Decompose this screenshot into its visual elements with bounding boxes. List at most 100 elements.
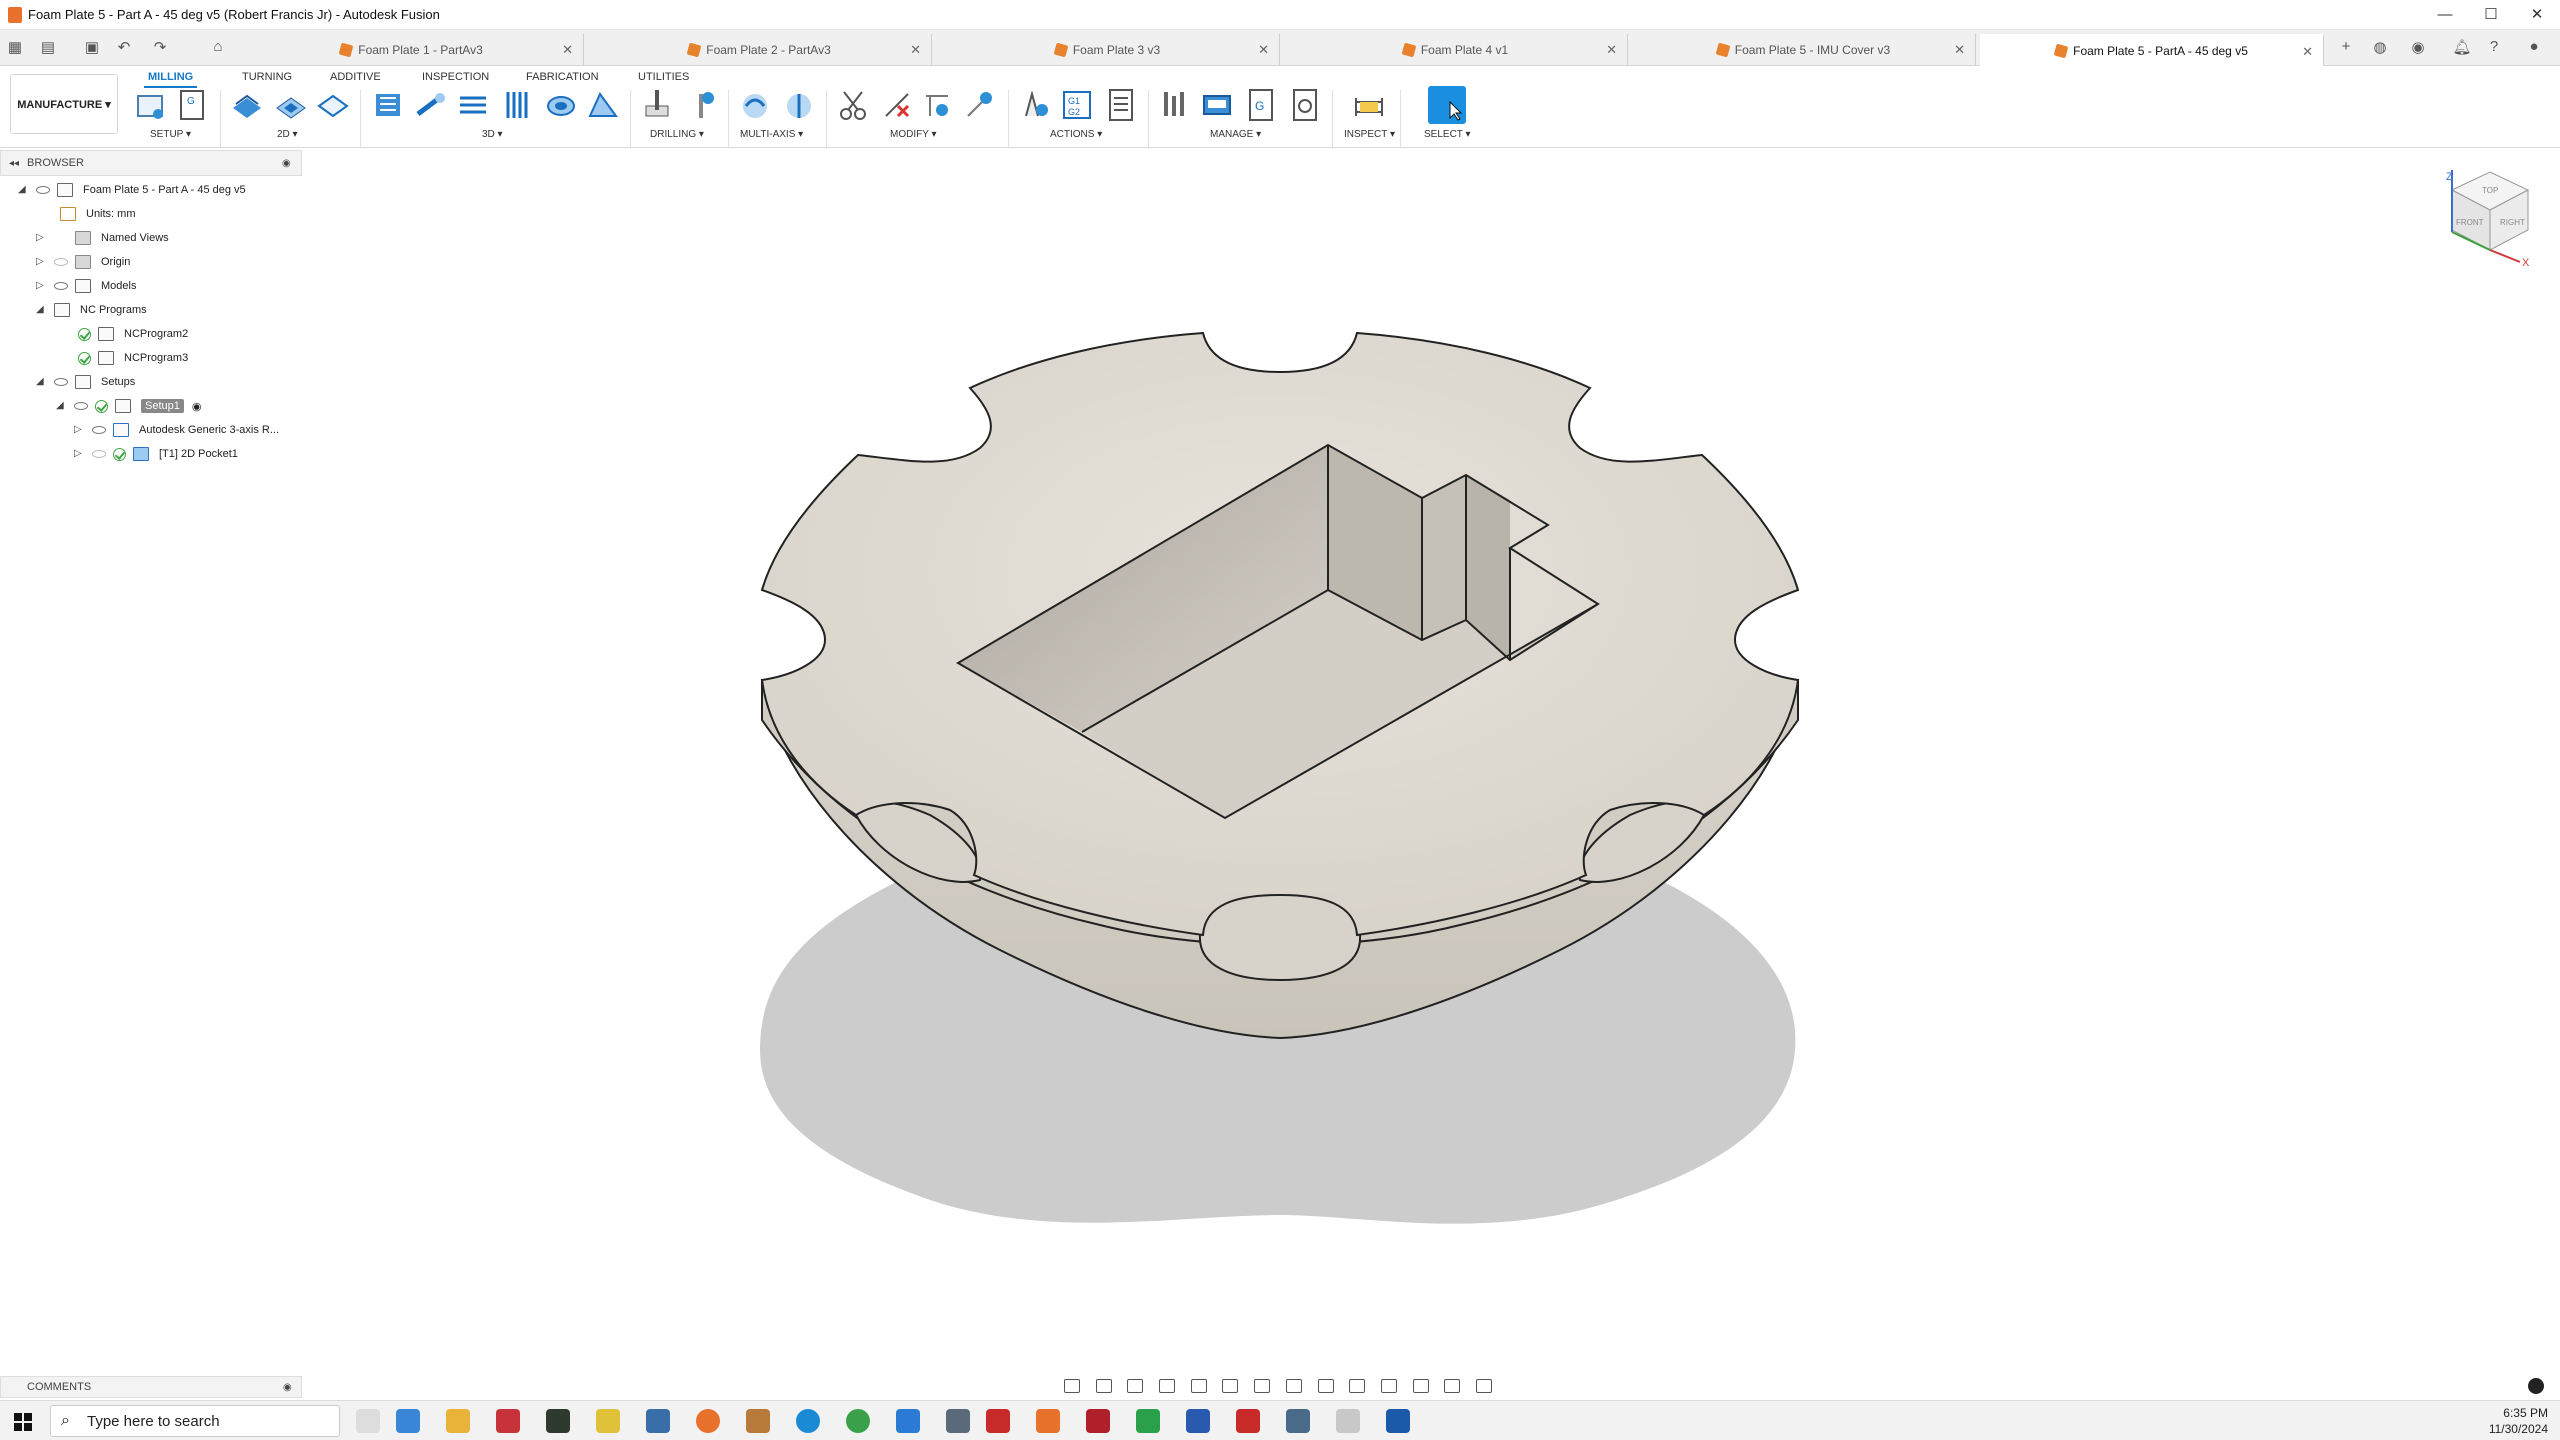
eye-icon[interactable] [92,450,106,458]
acrobat-icon[interactable] [1236,1409,1260,1433]
tab-turning[interactable]: TURNING [238,68,296,86]
cut-icon[interactable] [836,88,870,122]
simulate-icon[interactable] [962,88,996,122]
contour-icon[interactable] [586,88,620,122]
setup-sheet-icon[interactable] [1104,88,1138,122]
start-icon[interactable] [14,1413,32,1431]
firefox-icon[interactable] [696,1409,720,1433]
collapse-panel-icon[interactable]: ◂◂ [9,158,19,169]
multi-axis-contour-icon[interactable] [738,88,772,122]
3d-pocket-icon[interactable] [414,88,448,122]
tree-models[interactable]: ▷ Models [36,274,136,298]
tree-units[interactable]: Units: mm [60,202,136,226]
steep-shallow-icon[interactable] [456,88,490,122]
activate-radio-icon[interactable]: ◉ [192,400,202,413]
tree-ncprogram2[interactable]: NCProgram2 [78,322,188,346]
expanded-icon[interactable]: ◢ [36,305,46,315]
tree-named-views[interactable]: ▷ Named Views [36,226,169,250]
filter-icon[interactable] [1475,1379,1492,1393]
tab-additive[interactable]: ADDITIVE [326,68,385,86]
viewcube-top-label[interactable]: TOP [2482,186,2498,195]
tool-library-icon[interactable] [1158,88,1192,122]
file-explorer-icon[interactable] [446,1409,470,1433]
maximize-icon[interactable]: ☐ [2468,0,2514,30]
taskbar-clock[interactable]: 6:35 PM 11/30/2024 [2489,1405,2548,1437]
tab-close-icon[interactable]: ✕ [1258,42,1269,58]
3d-adaptive-icon[interactable] [372,88,406,122]
tab-foam-plate-3[interactable]: Foam Plate 3 v3 ✕ [936,34,1280,66]
taskbar-search[interactable]: ⌕ Type here to search [50,1405,340,1437]
undo-icon[interactable]: ↶ [114,38,134,56]
vscode-icon[interactable] [896,1409,920,1433]
new-setup-icon[interactable]: G [176,88,210,122]
tree-2d-pocket[interactable]: ▷ [T1] 2D Pocket1 [74,442,238,466]
help-icon[interactable]: ? [2484,38,2504,55]
select-icon[interactable] [1428,86,1466,124]
visual-style-icon[interactable] [1380,1379,1397,1393]
tab-close-icon[interactable]: ✕ [2302,44,2313,60]
group-manage[interactable]: MANAGE ▾ [1210,129,1261,140]
tree-setups[interactable]: ◢ Setups [36,370,135,394]
orbit-icon[interactable] [1064,1379,1080,1393]
3d-viewport[interactable]: TOP FRONT RIGHT Z X [302,150,2560,1370]
collapsed-icon[interactable]: ▷ [36,257,46,267]
eye-icon[interactable] [54,282,68,290]
pin-icon[interactable]: ◉ [282,158,291,169]
tree-nc-programs[interactable]: ◢ NC Programs [36,298,147,322]
group-drilling[interactable]: DRILLING ▾ [650,129,704,140]
app-xbox-icon[interactable] [546,1409,570,1433]
viewcube-front-label[interactable]: FRONT [2456,218,2484,227]
post-process-icon[interactable]: G1G2 [1060,88,1094,122]
tree-root[interactable]: ◢ Foam Plate 5 - Part A - 45 deg v5 [18,178,246,202]
scallop-icon[interactable] [544,88,578,122]
comments-panel[interactable]: COMMENTS ◉ [0,1376,302,1398]
parallel-icon[interactable] [500,88,534,122]
tab-foam-plate-1[interactable]: Foam Plate 1 - PartAv3 ✕ [240,34,584,66]
expanded-icon[interactable]: ◢ [36,377,46,387]
eye-icon[interactable] [36,186,50,194]
drill-icon[interactable] [640,88,674,122]
workspace-switcher[interactable]: MANUFACTURE ▾ [10,74,118,134]
machine-library-icon[interactable] [1200,88,1234,122]
tab-utilities[interactable]: UTILITIES [634,68,693,86]
chrome-icon[interactable] [846,1409,870,1433]
expanded-icon[interactable]: ◢ [56,401,66,411]
new-folder-icon[interactable] [134,88,168,122]
display-settings-icon[interactable] [1222,1379,1239,1393]
tab-foam-plate-2[interactable]: Foam Plate 2 - PartAv3 ✕ [588,34,932,66]
job-status-icon[interactable]: ◍ [2370,38,2390,56]
new-tab-icon[interactable]: + [2336,38,2356,55]
template-library-icon[interactable] [1288,88,1322,122]
group-3d[interactable]: 3D ▾ [482,129,503,140]
expanded-icon[interactable]: ◢ [18,185,28,195]
filezilla-icon[interactable] [986,1409,1010,1433]
camera-icon[interactable] [1349,1379,1366,1393]
close-icon[interactable]: ✕ [2514,0,2560,30]
fusion-taskbar-icon[interactable] [1036,1409,1060,1433]
tab-foam-plate-5-imu[interactable]: Foam Plate 5 - IMU Cover v3 ✕ [1632,34,1976,66]
group-modify[interactable]: MODIFY ▾ [890,129,937,140]
collapsed-icon[interactable]: ▷ [36,233,46,243]
edge-icon[interactable] [796,1409,820,1433]
pan-icon[interactable] [1127,1379,1144,1393]
look-at-icon[interactable] [1095,1379,1112,1393]
zoom-icon[interactable] [1159,1379,1176,1393]
viewcube-right-label[interactable]: RIGHT [2500,218,2525,227]
home-icon[interactable]: ⌂ [208,38,228,55]
tab-close-icon[interactable]: ✕ [1606,42,1617,58]
copilot-icon[interactable] [396,1409,420,1433]
group-setup[interactable]: SETUP ▾ [150,129,191,140]
word-icon[interactable] [1186,1409,1210,1433]
collapsed-icon[interactable]: ▷ [74,449,84,459]
effects-icon[interactable] [1444,1379,1461,1393]
group-actions[interactable]: ACTIONS ▾ [1050,129,1102,140]
app-es-icon[interactable] [496,1409,520,1433]
app-misc-icon[interactable] [1336,1409,1360,1433]
group-inspect[interactable]: INSPECT ▾ [1344,129,1395,140]
viewports-icon[interactable] [1285,1379,1302,1393]
2d-pocket-icon[interactable] [274,88,308,122]
tree-origin[interactable]: ▷ Origin [36,250,130,274]
fit-icon[interactable] [1190,1379,1207,1393]
excel-icon[interactable] [1136,1409,1160,1433]
simulate-machine-icon[interactable] [1018,88,1052,122]
